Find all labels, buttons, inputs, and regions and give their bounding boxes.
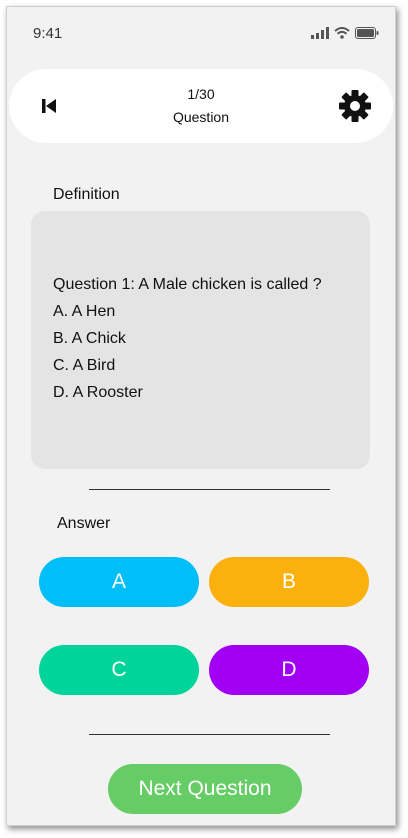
header-bar: 1/30 Question [9, 69, 393, 143]
cellular-signal-icon [311, 27, 329, 39]
header-subtitle: Question [172, 109, 230, 125]
phone-screen: 9:41 1/30 Question Definition Question 1… [6, 6, 396, 826]
answer-d-button[interactable]: D [209, 645, 369, 695]
status-time: 9:41 [33, 25, 63, 42]
next-question-button[interactable]: Next Question [108, 764, 302, 814]
definition-label: Definition [53, 186, 120, 203]
question-text: Question 1: A Male chicken is called ? [53, 276, 322, 293]
question-text-block: Question 1: A Male chicken is called ? A… [53, 271, 322, 406]
answer-a-button[interactable]: A [39, 557, 199, 607]
gear-icon [339, 90, 371, 122]
option-a-text: A. A Hen [53, 303, 116, 320]
answer-c-button[interactable]: C [39, 645, 199, 695]
answer-label: Answer [57, 515, 111, 532]
option-c-text: C. A Bird [53, 357, 116, 374]
option-b-text: B. A Chick [53, 330, 126, 347]
settings-button[interactable] [337, 88, 373, 124]
option-d-text: D. A Rooster [53, 384, 143, 401]
status-icons [311, 27, 379, 39]
question-card: Question 1: A Male chicken is called ? A… [31, 211, 370, 469]
status-bar: 9:41 [7, 7, 395, 59]
answer-b-button[interactable]: B [209, 557, 369, 607]
question-counter: 1/30 [187, 86, 215, 102]
battery-icon [355, 27, 379, 39]
divider-top [89, 489, 330, 490]
divider-bottom [89, 734, 330, 735]
wifi-icon [334, 27, 350, 39]
